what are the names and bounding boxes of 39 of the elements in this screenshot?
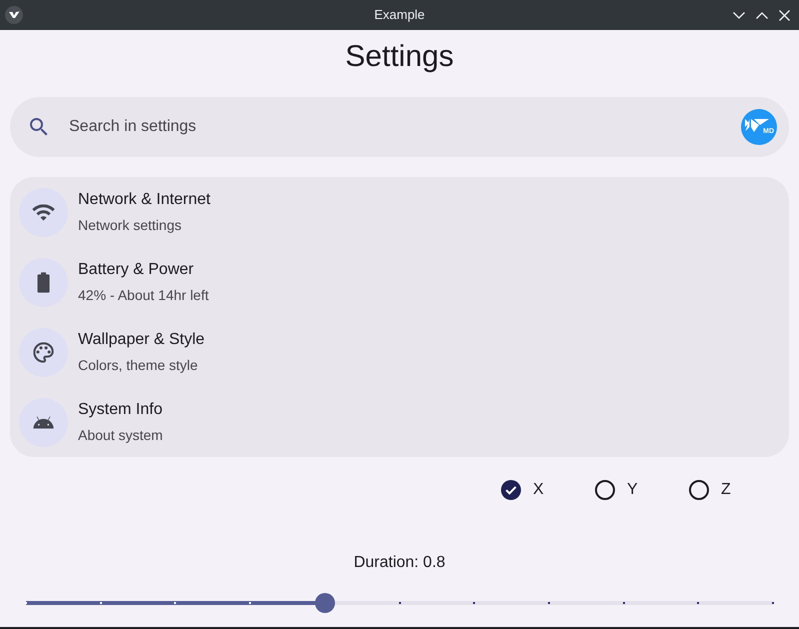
slider-tick [473,602,476,604]
radio-button[interactable] [595,480,615,500]
slider-tick [548,602,550,604]
slider-thumb[interactable] [314,593,335,613]
item-subtitle: Colors, theme style [78,356,199,374]
radio-button[interactable] [501,480,521,500]
item-subtitle: Network settings [78,216,182,234]
wifi-icon [19,188,68,236]
chevron-up-icon[interactable] [756,12,768,18]
radio-label: Z [721,480,731,500]
item-title[interactable]: Battery & Power [78,260,209,280]
battery-icon [19,258,68,306]
palette-icon [19,328,68,376]
item-title[interactable]: System Info [78,400,163,420]
item-subtitle: About system [78,426,163,444]
search-field[interactable]: Search in settings [69,115,729,139]
slider-tick [25,602,27,604]
page-title: Settings [345,39,454,75]
slider-tick [398,602,400,604]
item-title[interactable]: Network & Internet [78,190,210,210]
chevron-down-icon[interactable] [733,12,745,18]
android-icon [19,398,68,446]
item-title[interactable]: Wallpaper & Style [78,330,205,350]
close-icon[interactable] [779,10,790,20]
item-subtitle: 42% - About 14hr left [78,286,209,304]
slider-tick [697,602,700,604]
slider-label: Duration: 0.8 [354,553,446,573]
search-icon [30,118,48,136]
radio-label: X [533,480,544,500]
slider-tick [174,602,176,604]
app-icon [5,6,23,24]
slider-tick [772,602,774,604]
slider-tick [622,602,625,604]
window-title: Example [374,7,425,23]
radio-button[interactable] [689,480,709,500]
slider-tick [249,602,252,604]
slider[interactable] [26,593,773,613]
slider-tick [100,602,102,604]
radio-label: Y [627,480,638,500]
